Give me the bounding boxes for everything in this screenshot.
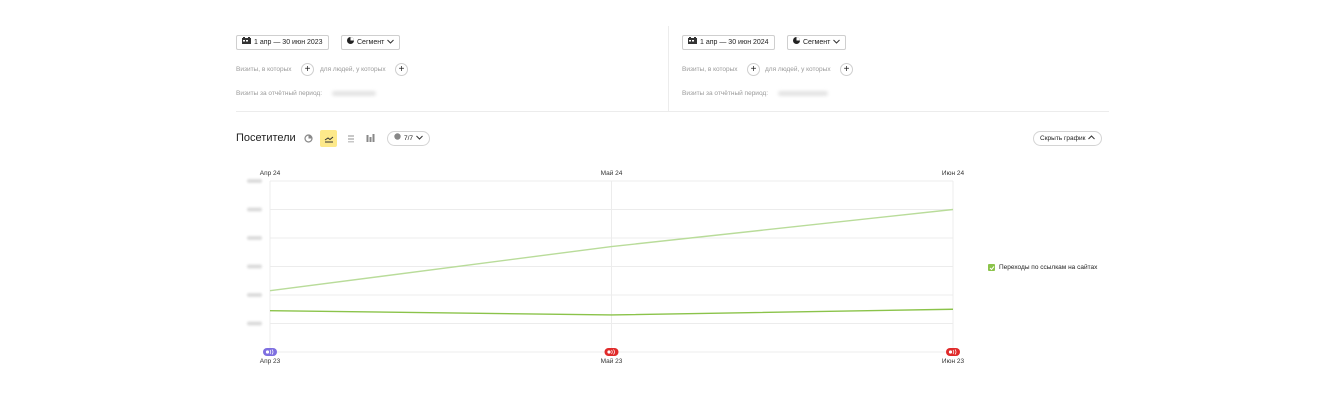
x-tick-label-top: Май 24 — [601, 169, 623, 177]
y-tick-blurred — [247, 264, 262, 269]
event-marker — [946, 348, 960, 356]
x-tick-label-bottom: Май 23 — [601, 357, 623, 365]
event-marker — [604, 348, 619, 356]
x-tick-label-bottom: Июн 23 — [942, 358, 965, 365]
visitors-line-chart: Апр 24 Май 24 Июн 24 Апр 23 Май 23 Июн 23 — [247, 169, 965, 365]
x-tick-label-top: Апр 24 — [260, 170, 281, 177]
y-tick-blurred — [247, 293, 262, 297]
event-marker-pill — [604, 348, 619, 356]
chart-grid — [269, 180, 954, 353]
y-tick-blurred — [247, 236, 262, 240]
checkbox-checked-icon[interactable] — [988, 264, 995, 271]
event-marker-dot — [607, 350, 611, 354]
y-tick-blurred — [247, 321, 262, 326]
event-marker — [263, 348, 277, 356]
chart-legend[interactable]: Переходы по ссылкам на сайтах — [988, 264, 1097, 271]
legend-label: Переходы по ссылкам на сайтах — [999, 264, 1098, 271]
y-tick-blurred — [247, 207, 262, 212]
x-tick-label-top: Июн 24 — [942, 170, 965, 177]
event-marker-pill — [263, 348, 277, 356]
event-marker-dot — [265, 350, 270, 354]
event-marker-pill — [946, 348, 960, 356]
event-marker-dot — [948, 350, 953, 354]
x-tick-label-bottom: Апр 23 — [260, 358, 281, 365]
y-axis-blurred-ticks — [247, 179, 262, 326]
y-tick-blurred — [247, 179, 262, 183]
